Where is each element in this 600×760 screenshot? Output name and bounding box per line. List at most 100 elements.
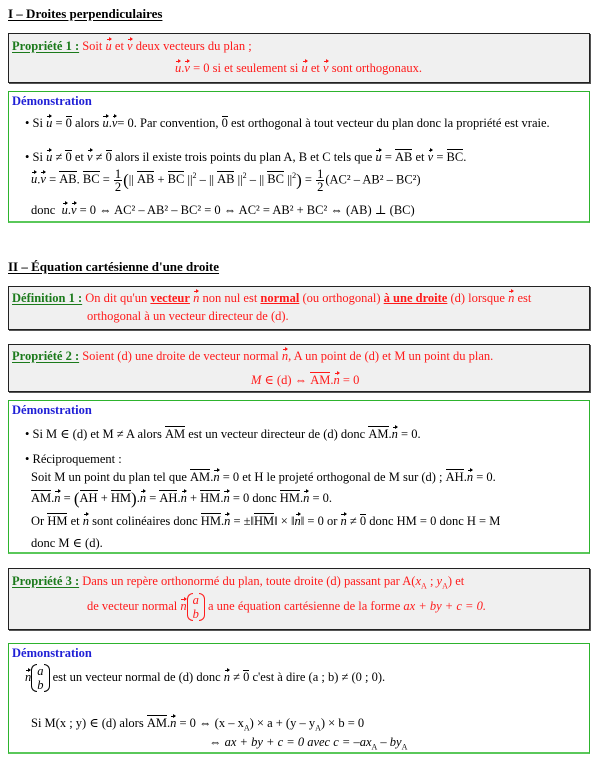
text: Soient (d) une droite de vecteur normal: [82, 349, 279, 363]
text: ) × a + (y – y: [249, 716, 316, 730]
cartesian-equation: ax + by + c = 0.: [403, 598, 486, 613]
vector-AM: AM: [164, 426, 186, 441]
vector-BC: BC: [446, 149, 464, 164]
text: = 0. Par convention,: [117, 116, 219, 130]
keyword-normal: normal: [260, 291, 300, 305]
property-1-box: Propriété 1 : Soit u et v deux vecteurs …: [8, 33, 590, 83]
vector-u: u: [375, 148, 382, 164]
text: (ou orthogonal): [302, 291, 381, 305]
text: Dans un repère orthonormé du plan, toute…: [82, 574, 400, 588]
text: – by: [377, 735, 402, 749]
text: est un vecteur normal de (d) donc: [52, 669, 221, 684]
text: = ±: [233, 514, 251, 528]
text: = 0.: [401, 427, 421, 441]
text: =: [63, 491, 71, 505]
text: Soit M un point du plan tel que: [31, 470, 187, 484]
property-3-label: Propriété 3 :: [12, 574, 80, 588]
text: donc M ∈ (d).: [31, 536, 103, 550]
text: c'est à dire: [252, 669, 306, 684]
text: alors il existe trois points du plan A, …: [115, 150, 373, 164]
text: a une équation cartésienne de la forme: [207, 598, 401, 613]
text: ⇔ ax + by + c = 0 avec c = –ax: [209, 735, 372, 749]
vector-n: n: [508, 289, 515, 305]
keyword-vecteur: vecteur: [150, 291, 190, 305]
text: • Si: [25, 150, 43, 164]
text: On dit qu'un: [85, 291, 148, 305]
text: est orthogonal à tout vecteur du plan do…: [231, 116, 550, 130]
text: ∈ (d) ⇔: [264, 373, 308, 387]
column-vector-a-b: ab: [31, 664, 50, 692]
text: = 0.: [476, 470, 496, 484]
property-2-label: Propriété 2 :: [12, 349, 80, 363]
text: orthogonal à un vecteur directeur de (d)…: [87, 309, 289, 323]
definition-1-box: Définition 1 : On dit qu'un vecteur n no…: [8, 286, 590, 330]
equation-colinear: Or HM et n sont colinéaires donc HM.n = …: [31, 512, 501, 528]
text: (d) lorsque: [450, 291, 505, 305]
text: donc HM = 0 donc H = M: [369, 514, 501, 528]
vector-u: u: [102, 114, 109, 130]
text: et: [74, 150, 84, 164]
vector-u: u: [301, 59, 309, 75]
zero-vector: 0: [65, 116, 73, 130]
vector-v: v: [427, 148, 434, 164]
text: ) × b = 0: [320, 716, 365, 730]
demonstration-2-box: Démonstration • Si M ∈ (d) et M ≠ A alor…: [8, 400, 590, 554]
text: • Réciproquement :: [25, 452, 122, 466]
section-2-heading: II – Équation cartésienne d'une droite: [8, 259, 220, 274]
vector-v: v: [184, 59, 190, 75]
text: sont colinéaires donc: [92, 514, 198, 528]
text: donc: [31, 203, 56, 217]
text: sont orthogonaux.: [331, 61, 422, 75]
text: • Si M ∈ (d) et M ≠ A alors: [25, 427, 162, 441]
equation-scalar-product: u.v = AB. BC = 1 2 (|| AB + BC ||2 – || AB…: [31, 167, 421, 194]
vector-AB: AB: [395, 149, 413, 164]
property-2-box: Propriété 2 : Soient (d) une droite de v…: [8, 344, 590, 392]
text: non nul est: [202, 291, 258, 305]
vector-n: n: [193, 289, 200, 305]
text: Soit: [82, 39, 103, 53]
demonstration-title: Démonstration: [12, 403, 92, 417]
text: et: [455, 574, 465, 588]
demonstration-title: Démonstration: [12, 94, 92, 108]
text: et: [114, 39, 124, 53]
keyword-a-une-droite: à une droite: [383, 291, 448, 305]
text: = 0 et H le projeté orthogonal de M sur …: [222, 470, 443, 484]
column-vector-a-b: ab: [186, 593, 206, 621]
definition-1-label: Définition 1 :: [12, 291, 83, 305]
text: • Si: [25, 116, 43, 130]
text: est un vecteur directeur de (d) donc: [188, 427, 366, 441]
property-2-equation: M ∈ (d) ⇔ AM.n = 0: [251, 371, 360, 387]
equation-decomposition: AM.n = (AH + HM).n = AH.n + HM.n = 0 don…: [31, 489, 333, 508]
vector-u: u: [175, 59, 182, 75]
text: = 0 donc: [232, 491, 277, 505]
property-3-box: Propriété 3 : Dans un repère orthonormé …: [8, 568, 590, 630]
vector-v: v: [111, 114, 118, 130]
text: = 0.: [312, 491, 333, 505]
demonstration-3-box: Démonstration nab est un vecteur normal …: [8, 643, 590, 754]
demonstration-1-box: Démonstration • Si u = 0 alors u.v= 0. P…: [8, 91, 590, 223]
text: alors: [75, 116, 100, 130]
vector-v: v: [86, 148, 93, 164]
zero-vector: 0: [65, 150, 72, 164]
zero-vector: 0: [221, 116, 229, 130]
text: (a ; b) ≠ (0 ; 0).: [308, 669, 386, 684]
demonstration-title: Démonstration: [12, 646, 92, 660]
text: (AC² – AB² – BC²): [325, 172, 421, 187]
text: = 0 or: [307, 514, 338, 528]
text: = 0 ⇔ AC² – AB² – BC² = 0 ⇔ AC² = AB² + …: [79, 203, 415, 217]
text: deux vecteurs du plan ;: [135, 39, 252, 53]
section-1-heading: I – Droites perpendiculaires: [8, 6, 163, 21]
zero-vector: 0: [105, 150, 113, 164]
text: et: [70, 514, 80, 528]
text: est: [517, 291, 532, 305]
vector-u: u: [105, 37, 113, 53]
text: Or: [31, 514, 45, 528]
text: de vecteur normal: [87, 598, 178, 613]
equation-conclusion: donc u.v = 0 ⇔ AC² – AB² – BC² = 0 ⇔ AC²…: [31, 201, 415, 217]
vector-u: u: [46, 148, 53, 164]
vector-v: v: [323, 59, 329, 75]
property-1-label: Propriété 1 :: [12, 39, 80, 53]
text: et: [415, 150, 425, 164]
text: et: [310, 61, 320, 75]
text: = 0 ⇔ (x – x: [179, 716, 244, 730]
